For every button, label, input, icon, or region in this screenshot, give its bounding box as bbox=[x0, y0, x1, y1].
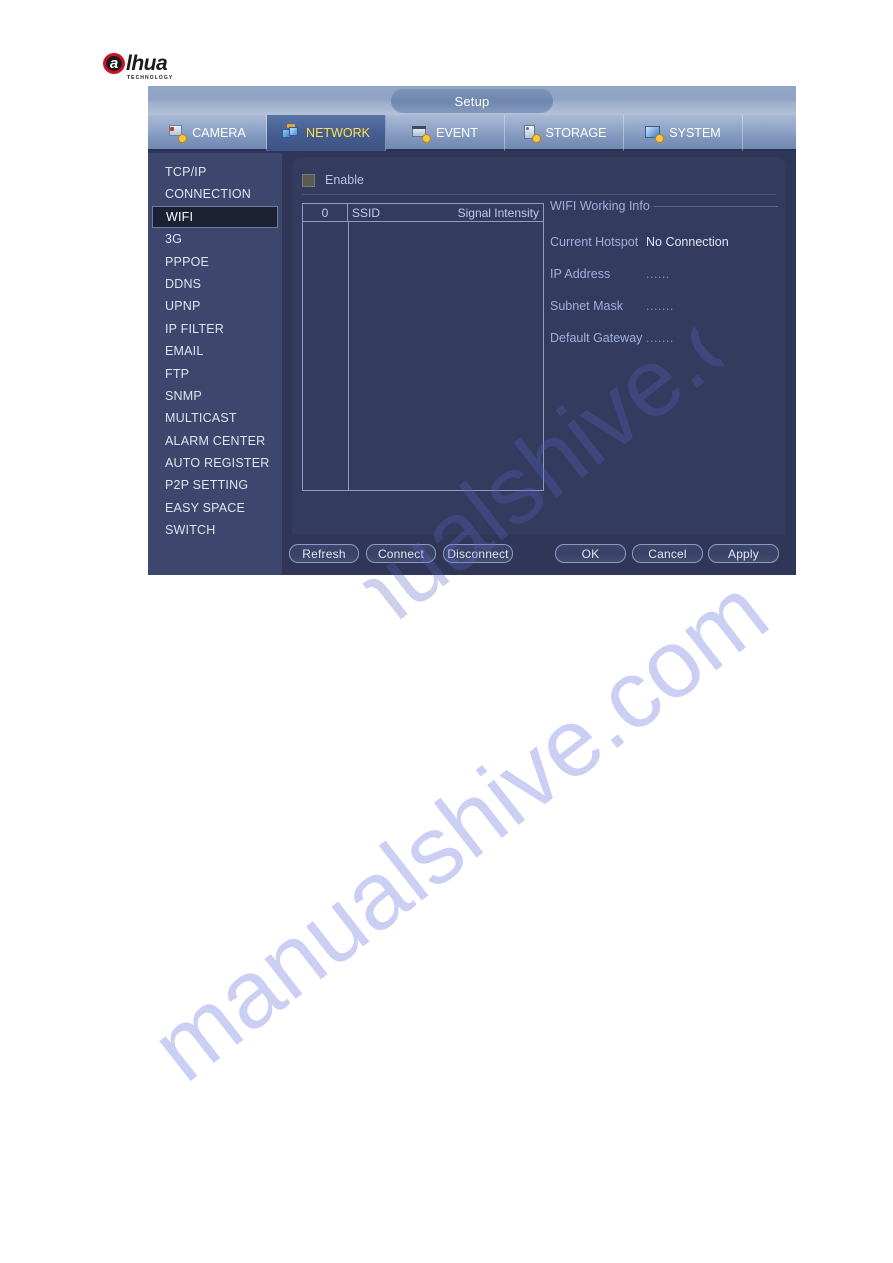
logo-word: lhua bbox=[126, 51, 168, 75]
setup-dialog: Setup CAMERA NETWORK EVENT STORAGE SYSTE… bbox=[148, 86, 796, 575]
sidebar-item-auto-register[interactable]: AUTO REGISTER bbox=[152, 452, 278, 474]
wifi-panel: Enable 0 SSID Signal Intensity WIFI Work… bbox=[292, 157, 786, 535]
tab-network-label: NETWORK bbox=[306, 126, 370, 140]
ssid-col-ssid: SSID bbox=[352, 205, 381, 220]
tab-storage-label: STORAGE bbox=[545, 126, 607, 140]
sidebar-item-ftp[interactable]: FTP bbox=[152, 363, 278, 385]
sidebar-item-email[interactable]: EMAIL bbox=[152, 340, 278, 362]
wifi-info-title-row: WIFI Working Info bbox=[550, 199, 778, 213]
network-sidebar: TCP/IP CONNECTION WIFI 3G PPPOE DDNS UPN… bbox=[148, 153, 282, 575]
tab-system[interactable]: SYSTEM bbox=[624, 115, 743, 151]
tab-event[interactable]: EVENT bbox=[386, 115, 505, 151]
camera-gear-icon bbox=[168, 125, 188, 143]
ip-address-label: IP Address bbox=[550, 267, 611, 281]
tab-system-label: SYSTEM bbox=[669, 126, 721, 140]
ssid-col-rest: SSID Signal Intensity bbox=[348, 204, 543, 221]
tab-camera-label: CAMERA bbox=[192, 126, 246, 140]
disconnect-button[interactable]: Disconnect bbox=[443, 544, 513, 563]
connect-button[interactable]: Connect bbox=[366, 544, 436, 563]
page-root: a lhua TECHNOLOGY manualshive.com Setup … bbox=[0, 0, 893, 1263]
sidebar-item-multicast[interactable]: MULTICAST bbox=[152, 407, 278, 429]
tab-network[interactable]: NETWORK bbox=[267, 115, 386, 151]
enable-label: Enable bbox=[325, 173, 364, 187]
wifi-info-title: WIFI Working Info bbox=[550, 199, 650, 213]
tab-storage[interactable]: STORAGE bbox=[505, 115, 624, 151]
dialog-titlebar: Setup bbox=[148, 86, 796, 115]
ssid-table[interactable]: 0 SSID Signal Intensity bbox=[302, 203, 544, 491]
dialog-body: TCP/IP CONNECTION WIFI 3G PPPOE DDNS UPN… bbox=[148, 153, 796, 575]
sidebar-item-ddns[interactable]: DDNS bbox=[152, 273, 278, 295]
sidebar-item-easy-space[interactable]: EASY SPACE bbox=[152, 497, 278, 519]
network-gear-icon bbox=[282, 124, 300, 141]
dahua-logo: a lhua TECHNOLOGY bbox=[103, 52, 207, 83]
wifi-info-rule bbox=[653, 205, 778, 207]
sidebar-item-connection[interactable]: CONNECTION bbox=[152, 183, 278, 205]
info-row-default-gateway: Default Gateway ....... bbox=[550, 331, 778, 345]
logo-tagline: TECHNOLOGY bbox=[127, 75, 174, 81]
default-gateway-value: ....... bbox=[646, 331, 674, 345]
refresh-button[interactable]: Refresh bbox=[289, 544, 359, 563]
wifi-working-info: WIFI Working Info Current Hotspot No Con… bbox=[550, 199, 778, 363]
event-gear-icon bbox=[412, 125, 432, 143]
info-row-ip-address: IP Address ...... bbox=[550, 267, 778, 281]
subnet-mask-label: Subnet Mask bbox=[550, 299, 623, 313]
dialog-title: Setup bbox=[391, 89, 553, 113]
system-gear-icon bbox=[645, 125, 665, 143]
apply-button[interactable]: Apply bbox=[708, 544, 779, 563]
dialog-button-row: Refresh Connect Disconnect OK Cancel App… bbox=[148, 535, 796, 575]
ip-address-value: ...... bbox=[646, 267, 670, 281]
sidebar-item-tcpip[interactable]: TCP/IP bbox=[152, 161, 278, 183]
current-hotspot-value: No Connection bbox=[646, 235, 729, 249]
sidebar-item-alarm-center[interactable]: ALARM CENTER bbox=[152, 430, 278, 452]
watermark-text: manualshive.com bbox=[132, 557, 787, 1102]
tab-bar: CAMERA NETWORK EVENT STORAGE SYSTEM bbox=[148, 115, 796, 151]
sidebar-item-ip-filter[interactable]: IP FILTER bbox=[152, 318, 278, 340]
ok-button[interactable]: OK bbox=[555, 544, 626, 563]
cancel-button[interactable]: Cancel bbox=[632, 544, 703, 563]
enable-row: Enable bbox=[302, 173, 364, 187]
ssid-col-index: 0 bbox=[303, 204, 348, 221]
default-gateway-label: Default Gateway bbox=[550, 331, 643, 345]
info-row-current-hotspot: Current Hotspot No Connection bbox=[550, 235, 778, 249]
ssid-column-divider bbox=[348, 222, 349, 491]
sidebar-item-pppoe[interactable]: PPPOE bbox=[152, 251, 278, 273]
sidebar-item-p2p-setting[interactable]: P2P SETTING bbox=[152, 474, 278, 496]
ssid-table-header: 0 SSID Signal Intensity bbox=[303, 204, 543, 222]
sidebar-item-wifi[interactable]: WIFI bbox=[152, 205, 278, 229]
logo-circle-a: a bbox=[103, 52, 125, 74]
wifi-content: Enable 0 SSID Signal Intensity WIFI Work… bbox=[282, 153, 796, 575]
current-hotspot-label: Current Hotspot bbox=[550, 235, 639, 249]
sidebar-item-upnp[interactable]: UPNP bbox=[152, 295, 278, 317]
divider bbox=[302, 194, 776, 195]
tab-camera[interactable]: CAMERA bbox=[148, 115, 267, 151]
watermark: manualshive.com bbox=[86, 474, 833, 1187]
ssid-col-signal: Signal Intensity bbox=[457, 205, 539, 220]
info-row-subnet-mask: Subnet Mask ....... bbox=[550, 299, 778, 313]
sidebar-item-snmp[interactable]: SNMP bbox=[152, 385, 278, 407]
storage-gear-icon bbox=[522, 125, 541, 143]
sidebar-item-3g[interactable]: 3G bbox=[152, 228, 278, 250]
enable-checkbox[interactable] bbox=[302, 173, 315, 187]
subnet-mask-value: ....... bbox=[646, 299, 674, 313]
logo-wordmark: a lhua bbox=[103, 52, 207, 74]
tab-event-label: EVENT bbox=[436, 126, 478, 140]
